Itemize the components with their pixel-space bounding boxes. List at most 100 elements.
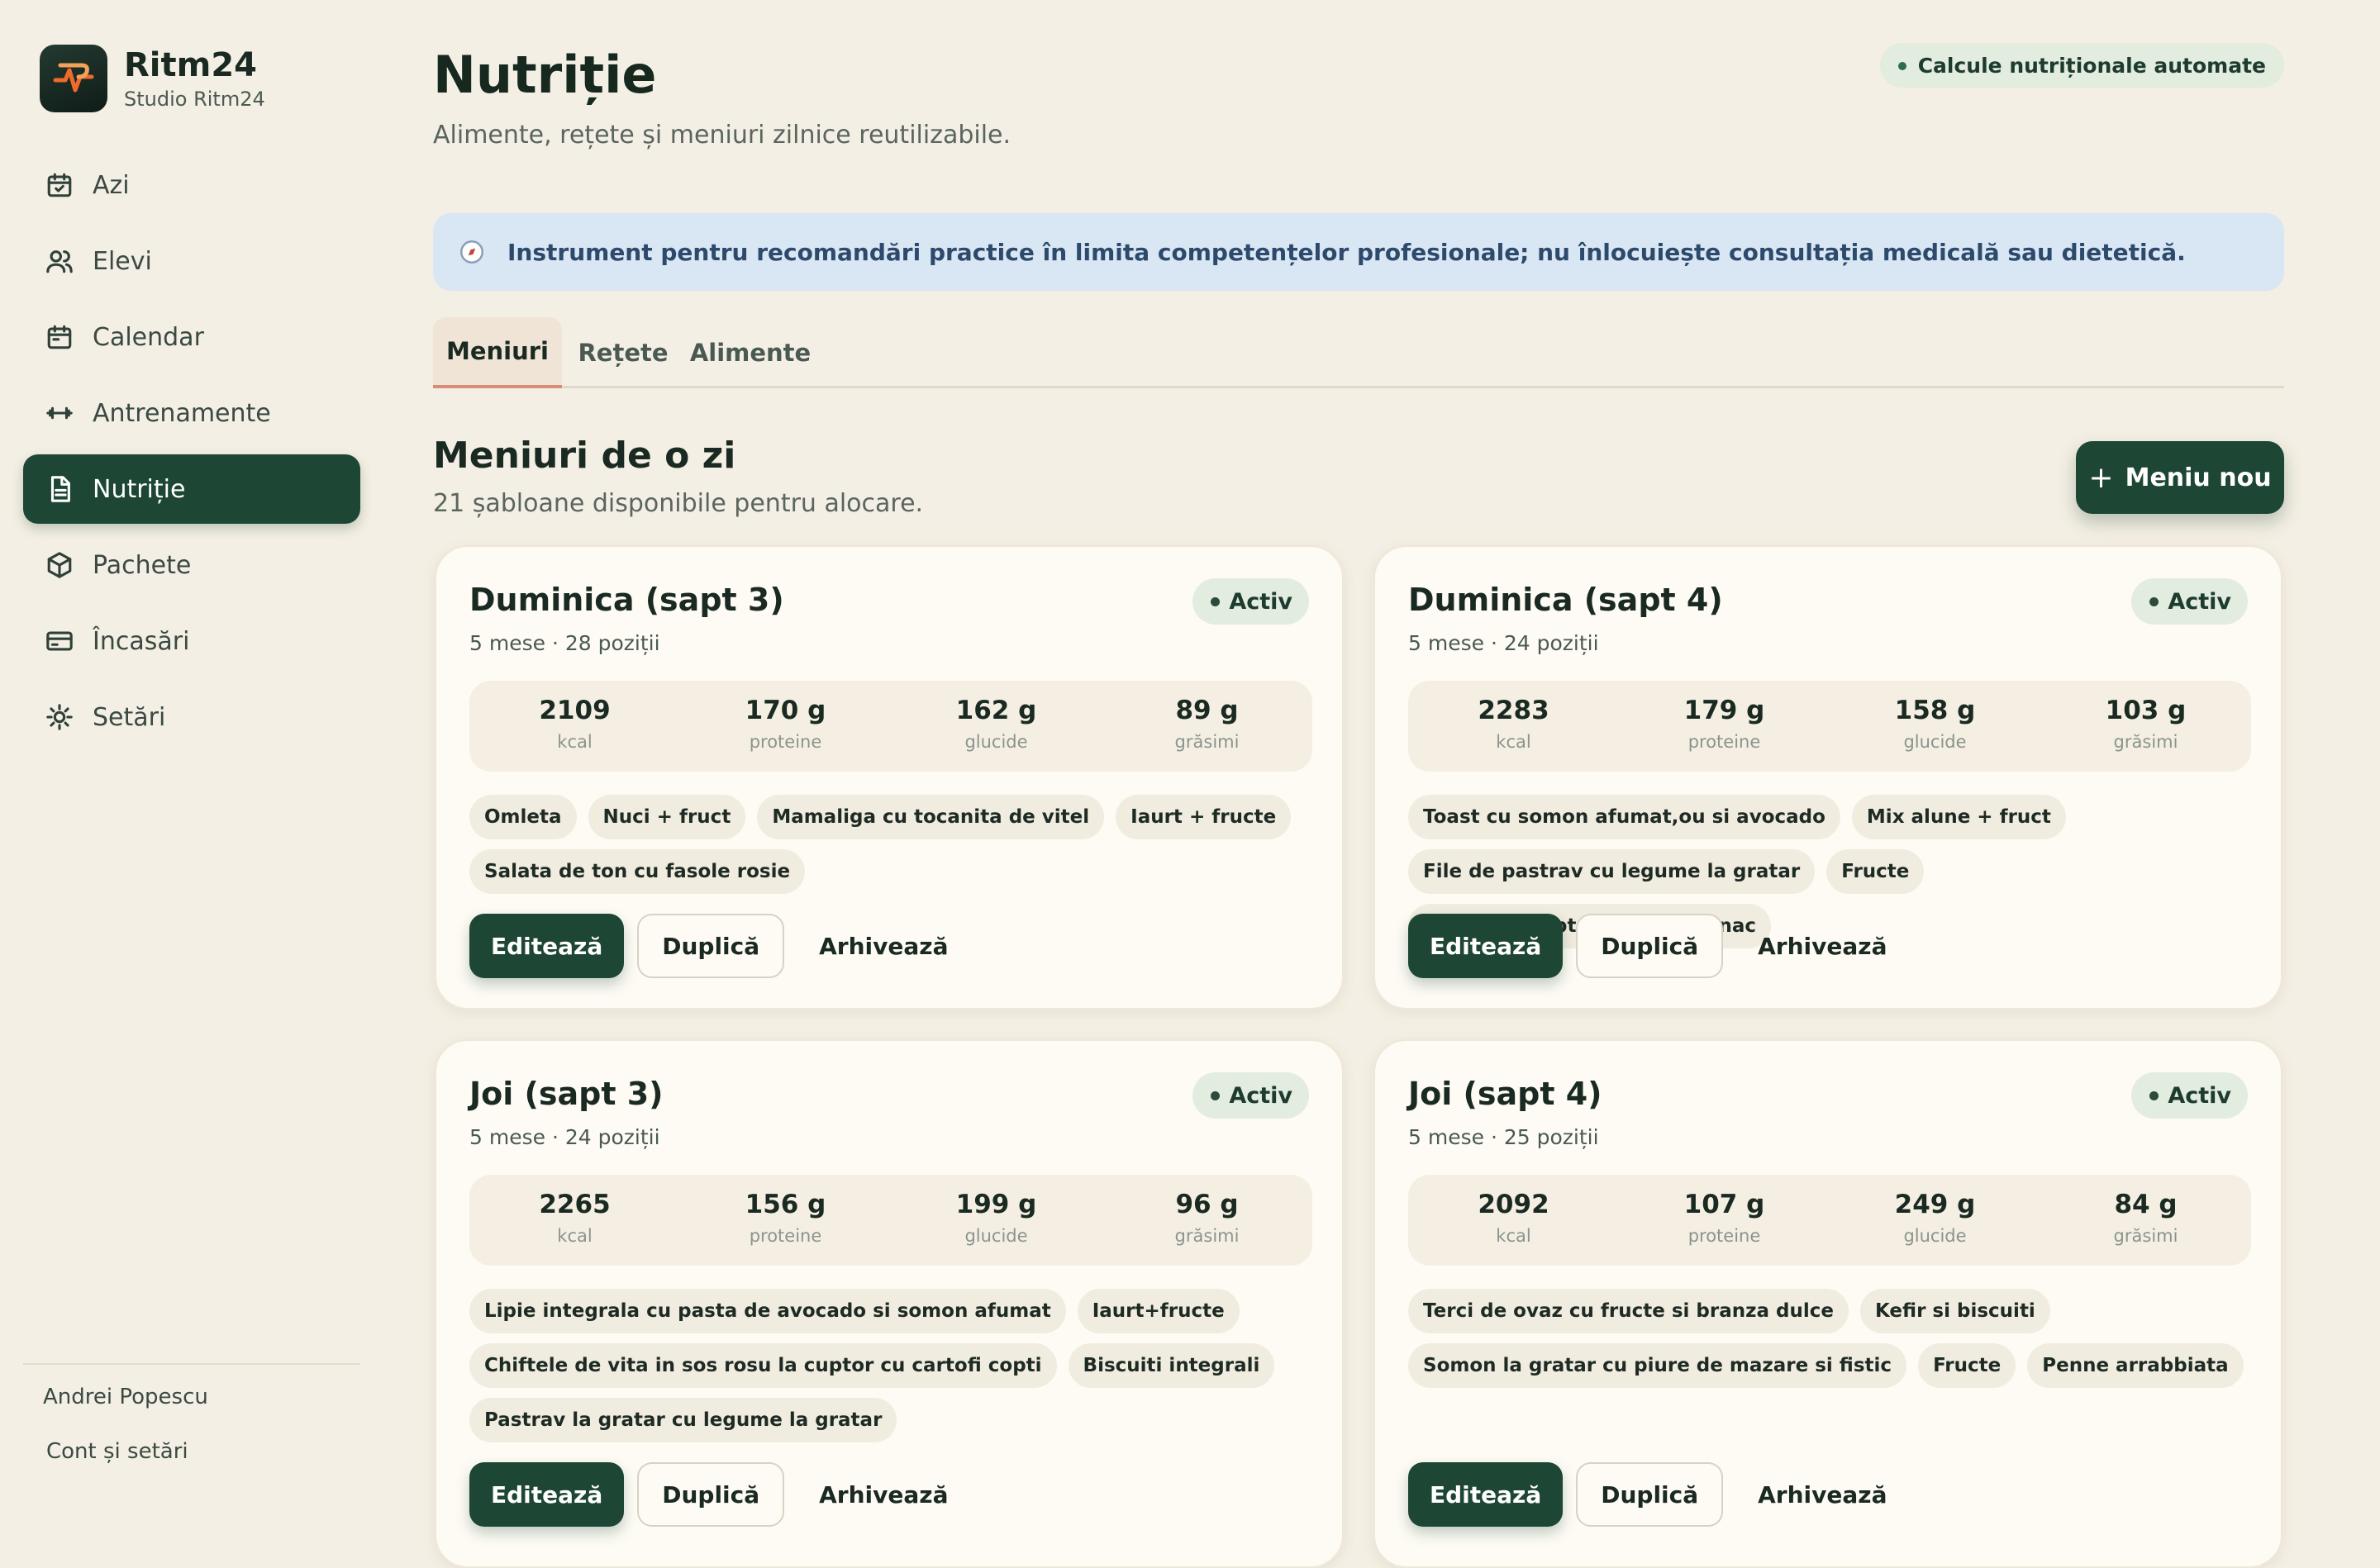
calendar-check-icon xyxy=(43,169,76,202)
meal-chips: Omleta Nuci + fruct Mamaliga cu tocanita… xyxy=(469,795,1321,904)
tab-retete[interactable]: Rețete xyxy=(574,317,673,388)
edit-button[interactable]: Editează xyxy=(1408,1462,1564,1527)
meal-chip: File de pastrav cu legume la gratar xyxy=(1408,849,1816,894)
stat-fat: 96 g grăsimi xyxy=(1102,1175,1312,1266)
stat-value: 156 g xyxy=(745,1190,826,1219)
brand[interactable]: Ritm24 Studio Ritm24 xyxy=(40,45,265,112)
meal-chip: Somon la gratar cu piure de mazare si fi… xyxy=(1408,1343,1907,1388)
stat-label: proteine xyxy=(1687,1226,1761,1246)
stat-label: kcal xyxy=(557,732,593,752)
stat-value: 2283 xyxy=(1478,696,1549,725)
meal-chip: Iaurt + fructe xyxy=(1116,795,1292,839)
section-title: Meniuri de o zi xyxy=(433,435,736,477)
sidebar-item-nutritie[interactable]: Nutriție xyxy=(23,454,360,524)
stat-label: kcal xyxy=(1496,1226,1531,1246)
stat-value: 89 g xyxy=(1175,696,1239,725)
duplicate-button[interactable]: Duplică xyxy=(637,1462,785,1527)
stat-label: kcal xyxy=(557,1226,593,1246)
sidebar-item-label: Antrenamente xyxy=(93,398,271,428)
stat-kcal: 2283 kcal xyxy=(1408,681,1619,772)
notice-text: Instrument pentru recomandări practice î… xyxy=(507,238,2186,266)
sidebar-divider xyxy=(23,1363,360,1365)
sidebar-item-label: Azi xyxy=(93,170,130,200)
package-icon xyxy=(43,549,76,582)
meal-chips: Terci de ovaz cu fructe si branza dulce … xyxy=(1408,1289,2259,1398)
edit-button[interactable]: Editează xyxy=(469,1462,625,1527)
stat-fat: 103 g grăsimi xyxy=(2040,681,2251,772)
stat-value: 2092 xyxy=(1478,1190,1549,1219)
menu-card: Duminica (sapt 3) 5 mese · 28 poziții Ac… xyxy=(435,545,1344,1010)
credit-card-icon xyxy=(43,625,76,658)
brand-subtitle: Studio Ritm24 xyxy=(124,88,265,111)
stat-value: 96 g xyxy=(1175,1190,1239,1219)
edit-button[interactable]: Editează xyxy=(469,914,625,978)
tab-bar: Meniuri Rețete Alimente xyxy=(433,317,2284,388)
stat-kcal: 2265 kcal xyxy=(469,1175,680,1266)
stat-label: proteine xyxy=(1687,732,1761,752)
meal-chip: Toast cu somon afumat,ou si avocado xyxy=(1408,795,1840,839)
sidebar-item-label: Pachete xyxy=(93,550,192,580)
duplicate-button[interactable]: Duplică xyxy=(1576,1462,1724,1527)
tab-meniuri[interactable]: Meniuri xyxy=(433,317,562,388)
menu-meta: 5 mese · 24 poziții xyxy=(469,1125,660,1149)
status-badge: Activ xyxy=(2131,578,2248,625)
stat-value: 2265 xyxy=(539,1190,611,1219)
sidebar-item-elevi[interactable]: Elevi xyxy=(23,226,360,296)
users-icon xyxy=(43,245,76,278)
stat-protein: 170 g proteine xyxy=(680,681,891,772)
new-menu-label: Meniu nou xyxy=(2125,463,2272,492)
menu-title: Joi (sapt 3) xyxy=(469,1076,664,1112)
sidebar-item-calendar[interactable]: Calendar xyxy=(23,302,360,372)
stat-protein: 107 g proteine xyxy=(1619,1175,1830,1266)
sidebar-item-azi[interactable]: Azi xyxy=(23,150,360,220)
stat-value: 158 g xyxy=(1894,696,1976,725)
status-label: Activ xyxy=(2168,588,2231,615)
archive-button[interactable]: Arhivează xyxy=(1758,1481,1887,1509)
stat-carbs: 249 g glucide xyxy=(1830,1175,2040,1266)
account-settings-link[interactable]: Cont și setări xyxy=(46,1439,188,1464)
duplicate-button[interactable]: Duplică xyxy=(1576,914,1724,978)
meal-chip: Mamaliga cu tocanita de vitel xyxy=(757,795,1105,839)
stat-value: 249 g xyxy=(1894,1190,1976,1219)
duplicate-button[interactable]: Duplică xyxy=(637,914,785,978)
main-content: Nutriție Alimente, rețete și meniuri zil… xyxy=(433,0,2284,1568)
meal-chips: Lipie integrala cu pasta de avocado si s… xyxy=(469,1289,1321,1452)
page-subtitle: Alimente, rețete și meniuri zilnice reut… xyxy=(433,121,1011,150)
stat-fat: 84 g grăsimi xyxy=(2040,1175,2251,1266)
menu-card: Joi (sapt 3) 5 mese · 24 poziții Activ 2… xyxy=(435,1039,1344,1568)
archive-button[interactable]: Arhivează xyxy=(819,933,948,960)
stat-value: 179 g xyxy=(1683,696,1765,725)
calendar-icon xyxy=(43,321,76,354)
menu-meta: 5 mese · 25 poziții xyxy=(1408,1125,1599,1149)
menu-meta: 5 mese · 24 poziții xyxy=(1408,631,1599,655)
sidebar-item-antrenamente[interactable]: Antrenamente xyxy=(23,378,360,448)
card-actions: Editează Duplică Arhivează xyxy=(1408,1462,1887,1527)
sidebar-item-pachete[interactable]: Pachete xyxy=(23,530,360,600)
edit-button[interactable]: Editează xyxy=(1408,914,1564,978)
sidebar-item-setari[interactable]: Setări xyxy=(23,682,360,752)
sidebar-item-label: Nutriție xyxy=(93,474,186,504)
stat-label: grăsimi xyxy=(2113,1226,2178,1246)
new-menu-button[interactable]: + Meniu nou xyxy=(2076,441,2284,514)
archive-button[interactable]: Arhivează xyxy=(1758,933,1887,960)
stat-label: grăsimi xyxy=(1174,1226,1240,1246)
tab-alimente[interactable]: Alimente xyxy=(690,317,811,388)
meal-chip: Lipie integrala cu pasta de avocado si s… xyxy=(469,1289,1066,1333)
stat-value: 2109 xyxy=(539,696,611,725)
sidebar-item-incasari[interactable]: Încasări xyxy=(23,606,360,676)
page-title: Nutriție xyxy=(433,45,657,105)
menu-card: Duminica (sapt 4) 5 mese · 24 poziții Ac… xyxy=(1373,545,2282,1010)
status-dot-icon xyxy=(1211,597,1221,606)
plus-icon: + xyxy=(2088,460,2114,495)
menu-title: Duminica (sapt 3) xyxy=(469,582,784,618)
menu-meta: 5 mese · 28 poziții xyxy=(469,631,660,655)
stat-carbs: 162 g glucide xyxy=(891,681,1102,772)
meal-chip: Fructe xyxy=(1918,1343,2016,1388)
status-label: Activ xyxy=(2168,1082,2231,1109)
stat-value: 199 g xyxy=(955,1190,1037,1219)
archive-button[interactable]: Arhivează xyxy=(819,1481,948,1509)
status-badge: Activ xyxy=(1192,578,1309,625)
brand-name: Ritm24 xyxy=(124,46,257,84)
stat-label: grăsimi xyxy=(2113,732,2178,752)
meal-chip: Chiftele de vita in sos rosu la cuptor c… xyxy=(469,1343,1057,1388)
